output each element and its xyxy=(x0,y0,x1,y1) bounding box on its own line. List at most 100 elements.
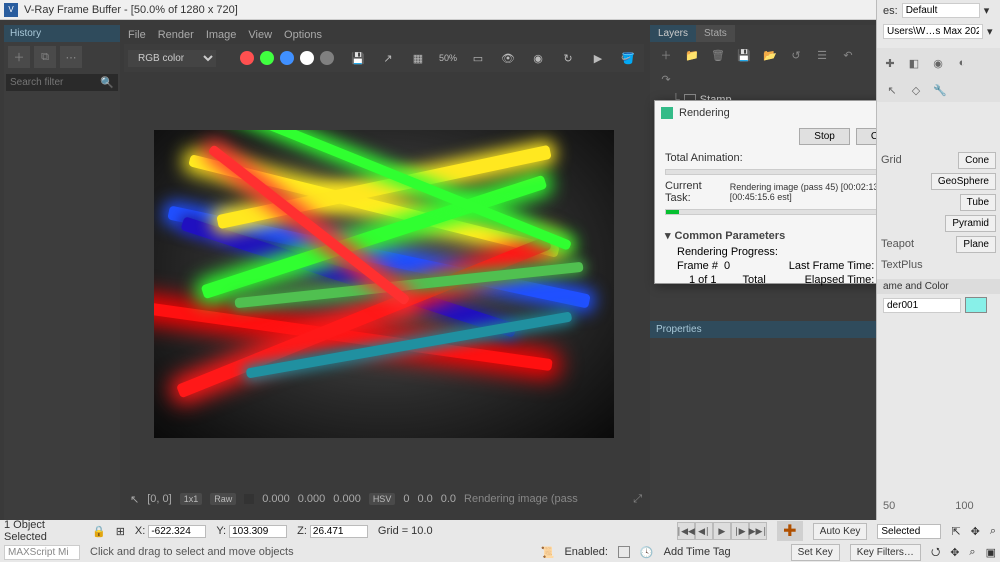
shape-tool-icon[interactable]: ◇ xyxy=(907,81,925,99)
play-icon[interactable]: ▶ xyxy=(713,522,731,540)
eye-icon[interactable]: 👁 xyxy=(496,47,520,69)
preset-menu-icon[interactable]: ▾ xyxy=(984,4,990,17)
grid-label: Grid xyxy=(881,152,902,169)
channel-select[interactable]: RGB color xyxy=(128,50,216,67)
save-preset-icon[interactable]: 💾 xyxy=(734,46,754,64)
pan-icon[interactable]: ✥ xyxy=(950,546,959,559)
object-name-input[interactable] xyxy=(883,298,961,313)
key-button[interactable]: ✚ xyxy=(777,521,803,541)
green-channel-icon[interactable] xyxy=(260,51,274,65)
add-time-tag[interactable]: Add Time Tag xyxy=(664,546,731,558)
alpha-channel-icon[interactable] xyxy=(320,51,334,65)
list-icon[interactable]: ☰ xyxy=(812,46,832,64)
bucket-icon[interactable]: 🪣 xyxy=(616,47,640,69)
maxscript-bar: Click and drag to select and move object… xyxy=(0,542,1000,562)
nav-icon-1[interactable]: ⇱ xyxy=(951,525,960,538)
raw-g: 0.000 xyxy=(298,493,326,505)
lock-icon[interactable]: 🔒 xyxy=(92,525,106,538)
tube-button[interactable]: Tube xyxy=(960,194,996,211)
color-swatch[interactable] xyxy=(965,297,987,313)
maxscript-input[interactable] xyxy=(4,545,80,560)
menu-file[interactable]: File xyxy=(128,29,146,41)
z-input[interactable] xyxy=(310,525,368,538)
history-add-icon[interactable]: ＋ xyxy=(8,46,30,68)
goto-start-icon[interactable]: ∣◀◀ xyxy=(677,522,695,540)
teapot-stop-icon[interactable]: ◉ xyxy=(526,47,550,69)
coord-icon[interactable]: ⊞ xyxy=(116,525,125,538)
modify-tab-icon[interactable]: ◧ xyxy=(905,54,923,72)
reset-icon[interactable]: ↺ xyxy=(786,46,806,64)
arrow-tool-icon[interactable]: ↖ xyxy=(883,81,901,99)
teapot-refresh-icon[interactable]: ↻ xyxy=(556,47,580,69)
redo-icon[interactable]: ↷ xyxy=(656,70,676,88)
undo-icon[interactable]: ↶ xyxy=(838,46,858,64)
geosphere-button[interactable]: GeoSphere xyxy=(931,173,996,190)
keyfilters-button[interactable]: Key Filters… xyxy=(850,544,921,561)
hierarchy-tab-icon[interactable]: ◉ xyxy=(929,54,947,72)
hsv-button[interactable]: HSV xyxy=(369,493,396,505)
current-task-label: Current Task: xyxy=(665,180,720,204)
menu-render[interactable]: Render xyxy=(158,29,194,41)
history-snapshot-icon[interactable]: ⧉ xyxy=(34,46,56,68)
setkey-button[interactable]: Set Key xyxy=(791,544,840,561)
blue-channel-icon[interactable] xyxy=(280,51,294,65)
history-search[interactable]: 🔍 xyxy=(6,74,118,91)
hammer-icon[interactable]: 🔧 xyxy=(931,81,949,99)
pyramid-button[interactable]: Pyramid xyxy=(945,215,996,232)
goto-end-icon[interactable]: ▶▶∣ xyxy=(749,522,767,540)
preset-input[interactable] xyxy=(902,3,980,18)
expand-icon[interactable]: ⤢ xyxy=(633,493,642,506)
path-input[interactable] xyxy=(883,24,983,39)
history-more-icon[interactable]: ⋯ xyxy=(60,46,82,68)
arrow-icon[interactable]: ↗ xyxy=(376,47,400,69)
teapot-render-icon[interactable]: ▶ xyxy=(586,47,610,69)
autokey-button[interactable]: Auto Key xyxy=(813,523,868,540)
tab-layers[interactable]: Layers xyxy=(650,25,696,42)
motion-tab-icon[interactable]: ◐ xyxy=(953,54,971,72)
menu-options[interactable]: Options xyxy=(284,29,322,41)
save-icon[interactable]: 💾 xyxy=(346,47,370,69)
vfb-toolbar: RGB color 💾 ↗ ▦ 50% ▭ 👁 ◉ ↻ ▶ 🪣 xyxy=(124,44,644,72)
cone-button[interactable]: Cone xyxy=(958,152,996,169)
delete-icon[interactable]: 🗑 xyxy=(708,46,728,64)
chevron-down-icon: ▾ xyxy=(665,229,671,242)
tab-stats[interactable]: Stats xyxy=(696,25,735,42)
red-channel-icon[interactable] xyxy=(240,51,254,65)
folder-icon[interactable]: 📁 xyxy=(682,46,702,64)
load-preset-icon[interactable]: 📂 xyxy=(760,46,780,64)
aspect-button[interactable]: 1x1 xyxy=(180,493,203,505)
script-icon[interactable]: 📜 xyxy=(541,546,555,559)
key-mode-select[interactable] xyxy=(877,524,941,539)
nav-icon-2[interactable]: ✥ xyxy=(971,525,980,538)
preset-label: es: xyxy=(883,5,898,17)
menu-image[interactable]: Image xyxy=(206,29,237,41)
nav-icon-3[interactable]: ⌕ xyxy=(990,525,996,538)
pixel-pos: [0, 0] xyxy=(147,493,171,505)
vray-icon: V xyxy=(4,3,18,17)
add-layer-icon[interactable]: ＋ xyxy=(656,46,676,64)
next-frame-icon[interactable]: ∣▶ xyxy=(731,522,749,540)
enabled-checkbox[interactable] xyxy=(618,546,630,558)
history-search-input[interactable] xyxy=(10,77,90,88)
y-label: Y: xyxy=(216,525,226,537)
menu-view[interactable]: View xyxy=(248,29,272,41)
x-label: X: xyxy=(135,525,145,537)
x-input[interactable] xyxy=(148,525,206,538)
grid-value: 10.0 xyxy=(411,525,432,537)
zoom-icon[interactable]: 50% xyxy=(436,47,460,69)
render-app-icon xyxy=(661,107,673,119)
max-icon[interactable]: ▣ xyxy=(986,546,996,559)
zoom-nav-icon[interactable]: ⌕ xyxy=(969,546,975,559)
region-icon[interactable]: ▭ xyxy=(466,47,490,69)
path-menu-icon[interactable]: ▾ xyxy=(987,25,993,38)
plane-button[interactable]: Plane xyxy=(956,236,996,253)
mono-channel-icon[interactable] xyxy=(300,51,314,65)
y-input[interactable] xyxy=(229,525,287,538)
orbit-icon[interactable]: ⭯ xyxy=(931,543,940,562)
stop-button[interactable]: Stop xyxy=(799,128,850,145)
name-color-header: ame and Color xyxy=(877,279,1000,294)
grid-icon[interactable]: ▦ xyxy=(406,47,430,69)
raw-button[interactable]: Raw xyxy=(210,493,236,505)
create-tab-icon[interactable]: ✚ xyxy=(881,54,899,72)
prev-frame-icon[interactable]: ◀∣ xyxy=(695,522,713,540)
